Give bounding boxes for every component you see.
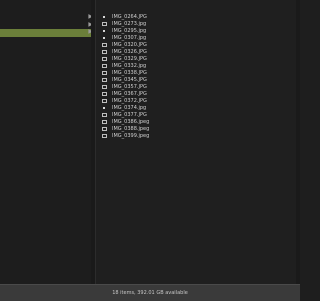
file-name: IMG_0377.JPG	[112, 112, 147, 118]
image-file-icon	[102, 120, 107, 124]
file-name: IMG_0367.JPG	[112, 91, 147, 97]
file-name: IMG_0320.JPG	[112, 42, 147, 48]
file-row[interactable]: IMG_0345.JPG	[96, 77, 300, 84]
file-row[interactable]: IMG_0372.JPG	[96, 98, 300, 105]
file-row[interactable]: IMG_0264.JPG	[96, 14, 300, 21]
file-name: IMG_0273.jpg	[112, 21, 147, 27]
file-row[interactable]: IMG_0295.jpg	[96, 28, 300, 35]
image-file-icon	[103, 16, 105, 18]
folder-column[interactable]: ▶ ▶ ▶	[0, 0, 96, 284]
file-row[interactable]: IMG_0357.JPG	[96, 84, 300, 91]
image-file-icon	[102, 134, 107, 138]
file-name: IMG_0357.JPG	[112, 84, 147, 90]
file-name: IMG_0374.jpg	[112, 105, 147, 111]
file-row[interactable]: IMG_0386.jpeg	[96, 119, 300, 126]
file-name: IMG_0399.jpeg	[112, 133, 150, 139]
file-row[interactable]: IMG_0374.jpg	[96, 105, 300, 112]
image-file-icon	[102, 43, 107, 47]
file-name: IMG_0329.JPG	[112, 56, 147, 62]
image-file-icon	[102, 57, 107, 61]
file-column[interactable]: IMG_0264.JPG IMG_0273.jpg IMG_0295.jpg I…	[96, 0, 300, 284]
image-file-icon	[102, 71, 107, 75]
file-row[interactable]: IMG_0367.JPG	[96, 91, 300, 98]
file-row[interactable]: IMG_0332.jpg	[96, 63, 300, 70]
file-name: IMG_0307.jpg	[112, 35, 147, 41]
image-file-icon	[102, 64, 107, 68]
file-row[interactable]: IMG_0326.JPG	[96, 49, 300, 56]
file-row[interactable]: IMG_0307.jpg	[96, 35, 300, 42]
file-name: IMG_0386.jpeg	[112, 119, 150, 125]
folder-row[interactable]: ▶	[0, 13, 95, 22]
status-text: 18 items, 392.01 GB available	[112, 290, 188, 296]
scrollbar[interactable]	[296, 0, 300, 284]
image-file-icon	[103, 30, 105, 32]
file-row[interactable]: IMG_0329.JPG	[96, 56, 300, 63]
image-file-icon	[103, 37, 105, 39]
file-name: IMG_0372.JPG	[112, 98, 147, 104]
file-name: IMG_0338.JPG	[112, 70, 147, 76]
file-name: IMG_0326.JPG	[112, 49, 147, 55]
file-name: IMG_0332.jpg	[112, 63, 147, 69]
file-name: IMG_0345.JPG	[112, 77, 147, 83]
image-file-icon	[102, 92, 107, 96]
image-file-icon	[102, 78, 107, 82]
file-name: IMG_0295.jpg	[112, 28, 147, 34]
file-row[interactable]: IMG_0377.JPG	[96, 112, 300, 119]
file-name: IMG_0264.JPG	[112, 14, 147, 20]
image-file-icon	[102, 113, 107, 117]
file-row[interactable]: IMG_0399.jpeg	[96, 133, 300, 140]
status-bar: 18 items, 392.01 GB available	[0, 284, 300, 301]
image-file-icon	[102, 85, 107, 89]
image-file-icon	[102, 50, 107, 54]
file-row[interactable]: IMG_0338.JPG	[96, 70, 300, 77]
image-file-icon	[102, 99, 107, 103]
file-row[interactable]: IMG_0273.jpg	[96, 21, 300, 28]
image-file-icon	[102, 22, 107, 26]
image-file-icon	[103, 107, 105, 109]
scrollbar[interactable]	[91, 0, 95, 284]
file-row[interactable]: IMG_0320.JPG	[96, 42, 300, 49]
file-row[interactable]: IMG_0388.jpeg	[96, 126, 300, 133]
file-name: IMG_0388.jpeg	[112, 126, 150, 132]
folder-row-selected[interactable]: ▶	[0, 28, 95, 37]
image-file-icon	[102, 127, 107, 131]
